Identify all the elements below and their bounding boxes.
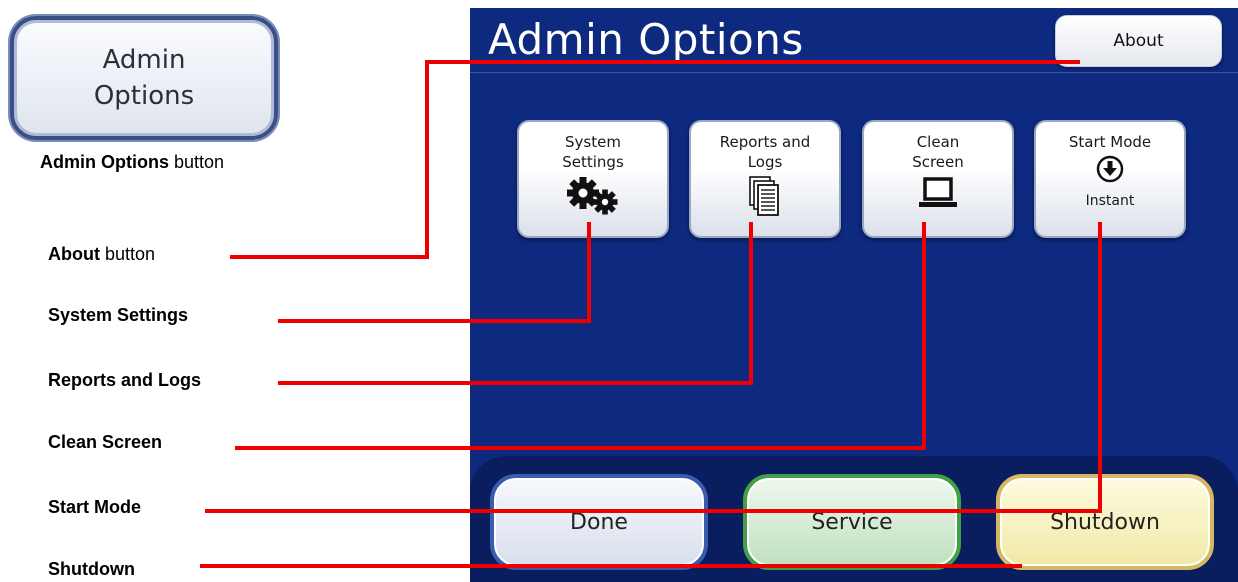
label-shutdown-text: Shutdown (48, 559, 135, 579)
leader-line-about (425, 60, 429, 259)
admin-options-screen: Admin Options About System Settings Repo… (470, 8, 1238, 582)
label-shutdown: Shutdown (48, 559, 135, 580)
documents-icon (748, 175, 782, 222)
laptop-icon (916, 175, 960, 216)
tile-label-line2: Screen (912, 153, 964, 172)
label-about-bold: About (48, 244, 100, 264)
label-start-mode: Start Mode (48, 497, 141, 518)
label-start-mode-text: Start Mode (48, 497, 142, 517)
admin-options-caption-rest: button (169, 152, 225, 172)
label-about-rest: button (99, 244, 156, 264)
admin-options-line2: Options (93, 81, 195, 111)
tile-label-line1: Start Mode (1068, 133, 1152, 151)
leader-line-system-settings (587, 222, 591, 323)
start-mode-value: Instant (1085, 192, 1135, 209)
tile-label-line1: System (565, 133, 621, 151)
leader-line-about (230, 255, 428, 259)
service-button[interactable]: Service (743, 474, 961, 570)
reports-and-logs-tile[interactable]: Reports and Logs (689, 120, 841, 238)
done-button[interactable]: Done (490, 474, 708, 570)
label-about-button: About button (48, 244, 155, 265)
leader-line-clean-screen (922, 222, 926, 450)
leader-line-reports-and-logs (749, 222, 753, 385)
leader-line-shutdown (200, 564, 1022, 568)
leader-line-clean-screen (235, 446, 926, 450)
label-clean-screen: Clean Screen (48, 432, 162, 453)
start-mode-tile[interactable]: Start Mode Instant (1034, 120, 1186, 238)
down-arrow-circle-icon (1095, 154, 1125, 189)
system-settings-tile[interactable]: System Settings (517, 120, 669, 238)
gears-icon (565, 175, 621, 220)
clean-screen-tile[interactable]: Clean Screen (862, 120, 1014, 238)
tile-label-line1: Clean (916, 133, 960, 151)
label-reports-and-logs-text: Reports and Logs (48, 370, 202, 390)
shutdown-button[interactable]: Shutdown (996, 474, 1214, 570)
leader-line-system-settings (278, 319, 591, 323)
leader-line-about (425, 60, 1080, 64)
tile-label-line2: Logs (747, 153, 783, 172)
label-reports-and-logs: Reports and Logs (48, 370, 201, 391)
admin-options-caption-bold: Admin Options (40, 152, 169, 172)
admin-options-caption: Admin Options button (40, 152, 224, 173)
tile-label-line2: Settings (562, 153, 624, 172)
leader-line-start-mode (1098, 222, 1102, 513)
admin-options-line1: Admin (102, 44, 186, 75)
leader-line-reports-and-logs (278, 381, 753, 385)
about-button[interactable]: About (1055, 15, 1222, 67)
tile-label-line1: Reports and (719, 133, 811, 151)
label-clean-screen-text: Clean Screen (48, 432, 163, 452)
admin-options-button[interactable]: Admin Options (10, 16, 278, 140)
label-system-settings-text: System Settings (48, 305, 189, 325)
label-system-settings: System Settings (48, 305, 188, 326)
leader-line-start-mode (205, 509, 1102, 513)
title-divider (470, 72, 1238, 73)
